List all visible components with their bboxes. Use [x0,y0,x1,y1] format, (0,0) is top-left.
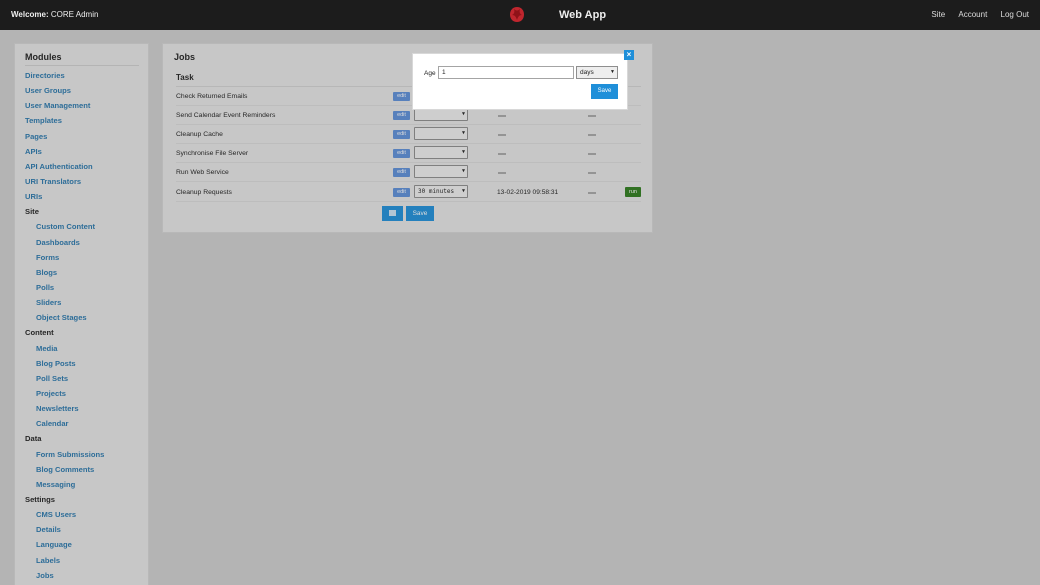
close-icon[interactable]: × [624,50,634,60]
modal-overlay[interactable] [0,30,1040,585]
age-input[interactable]: 1 [438,66,574,79]
age-unit-select[interactable]: days ▼ [576,66,618,79]
top-nav: Site Account Log Out [920,10,1029,19]
welcome-label: Welcome: [11,10,49,19]
nav-site-link[interactable]: Site [931,10,945,19]
app-title: Web App [559,9,607,21]
welcome-user: CORE Admin [50,10,99,19]
age-unit-value: days [580,69,594,76]
app-logo-icon[interactable] [509,6,525,23]
age-modal: × Age 1 days ▼ Save [412,50,634,110]
nav-logout-link[interactable]: Log Out [1001,10,1029,19]
nav-account-link[interactable]: Account [958,10,987,19]
age-label: Age [424,70,436,77]
top-bar: Welcome: CORE Admin Web App Site Account… [0,0,1040,30]
chevron-down-icon: ▼ [610,69,615,75]
welcome-text: Welcome: CORE Admin [11,10,98,19]
modal-save-button[interactable]: Save [591,84,618,99]
